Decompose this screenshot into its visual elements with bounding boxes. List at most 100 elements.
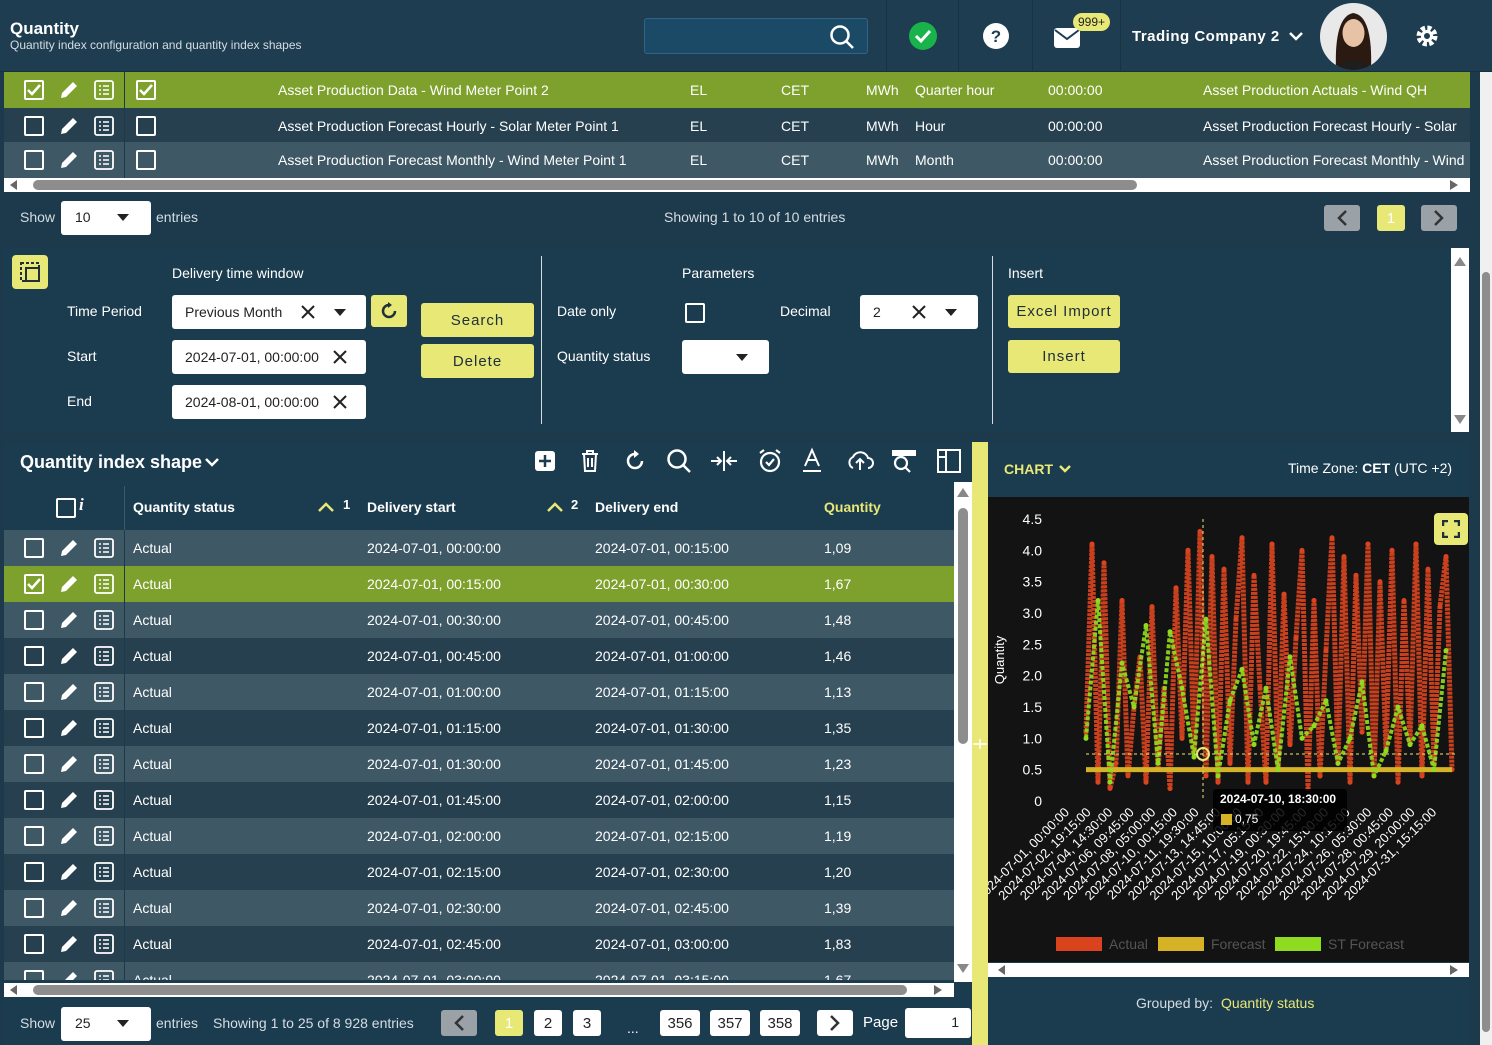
scroll-left-icon[interactable]: [10, 985, 18, 995]
layout-icon[interactable]: [937, 449, 961, 473]
edit-icon[interactable]: [58, 933, 80, 955]
edit-icon[interactable]: [58, 115, 80, 137]
table-row[interactable]: Actual 2024-07-01, 00:30:00 2024-07-01, 00…: [4, 602, 954, 638]
chevron-down-icon[interactable]: [1058, 463, 1072, 474]
grid-page-size-select[interactable]: 25: [61, 1007, 151, 1041]
col-quantity-status[interactable]: Quantity status: [133, 499, 235, 515]
scroll-up-icon[interactable]: [1454, 257, 1466, 266]
clear-icon[interactable]: [911, 304, 927, 320]
page-button-1[interactable]: 1: [495, 1010, 523, 1036]
row-checkbox[interactable]: [24, 646, 44, 666]
details-icon[interactable]: [93, 861, 115, 883]
clear-icon[interactable]: [332, 394, 348, 410]
row-checkbox[interactable]: [24, 718, 44, 738]
edit-icon[interactable]: [58, 897, 80, 919]
table-row[interactable]: Actual 2024-07-01, 00:45:00 2024-07-01, 01…: [4, 638, 954, 674]
start-date-input[interactable]: 2024-07-01, 00:00:00: [172, 340, 366, 374]
next-page-button[interactable]: [1421, 205, 1457, 231]
details-icon[interactable]: [93, 753, 115, 775]
fullscreen-button[interactable]: [1434, 513, 1468, 545]
details-icon[interactable]: [93, 149, 115, 171]
table-row[interactable]: Actual 2024-07-01, 03:00:00 2024-07-01, 03…: [4, 962, 954, 980]
details-icon[interactable]: [93, 537, 115, 559]
prev-page-button[interactable]: [1324, 205, 1360, 231]
split-columns-icon[interactable]: [710, 450, 738, 472]
table-row[interactable]: Actual 2024-07-01, 01:15:00 2024-07-01, 01…: [4, 710, 954, 746]
add-icon[interactable]: [534, 450, 556, 472]
details-icon[interactable]: [93, 969, 115, 980]
row-checkbox[interactable]: [24, 538, 44, 558]
grid-horizontal-scrollbar[interactable]: [4, 983, 954, 997]
index-row[interactable]: Asset Production Forecast Monthly - Wind…: [4, 142, 1470, 178]
end-date-input[interactable]: 2024-08-01, 00:00:00: [172, 385, 366, 419]
page-button-357[interactable]: 357: [710, 1010, 750, 1036]
details-icon[interactable]: [93, 573, 115, 595]
text-format-icon[interactable]: [800, 446, 824, 474]
row-checkbox[interactable]: [24, 934, 44, 954]
prev-page-button[interactable]: [441, 1010, 477, 1036]
scroll-up-icon[interactable]: [957, 488, 969, 497]
time-period-select[interactable]: Previous Month: [172, 295, 366, 329]
table-row[interactable]: Actual 2024-07-01, 01:45:00 2024-07-01, 02…: [4, 782, 954, 818]
row-checkbox[interactable]: [24, 682, 44, 702]
page-button-3[interactable]: 3: [573, 1010, 601, 1036]
avatar[interactable]: [1320, 3, 1387, 70]
table-row[interactable]: Actual 2024-07-01, 02:15:00 2024-07-01, 02…: [4, 854, 954, 890]
search-button[interactable]: Search: [421, 303, 534, 337]
col-quantity[interactable]: Quantity: [824, 499, 881, 515]
search-input[interactable]: [644, 18, 868, 54]
select-area-button[interactable]: [12, 255, 48, 289]
table-row[interactable]: Actual 2024-07-01, 02:45:00 2024-07-01, 03…: [4, 926, 954, 962]
settings-button[interactable]: [1390, 0, 1464, 72]
row-checkbox[interactable]: [24, 826, 44, 846]
row-checkbox[interactable]: [24, 574, 44, 594]
details-icon[interactable]: [93, 681, 115, 703]
edit-icon[interactable]: [58, 645, 80, 667]
scrollbar-thumb[interactable]: [1482, 272, 1490, 1032]
row-checkbox[interactable]: [24, 898, 44, 918]
search-table-icon[interactable]: [890, 448, 918, 474]
details-icon[interactable]: [93, 789, 115, 811]
details-icon[interactable]: [93, 115, 115, 137]
edit-icon[interactable]: [58, 537, 80, 559]
edit-icon[interactable]: [58, 609, 80, 631]
alarm-icon[interactable]: [758, 448, 782, 474]
table-row[interactable]: Actual 2024-07-01, 01:00:00 2024-07-01, 01…: [4, 674, 954, 710]
page-button-358[interactable]: 358: [760, 1010, 800, 1036]
table-row[interactable]: Actual 2024-07-01, 02:00:00 2024-07-01, 02…: [4, 818, 954, 854]
delete-button[interactable]: Delete: [421, 344, 534, 378]
chevron-down-icon[interactable]: [204, 456, 220, 468]
refresh-icon[interactable]: [624, 450, 646, 472]
page-size-select[interactable]: 10: [61, 201, 151, 235]
sort-asc-icon[interactable]: [317, 501, 335, 513]
table-row[interactable]: Actual 2024-07-01, 00:15:00 2024-07-01, 00…: [4, 566, 954, 602]
table-row[interactable]: Actual 2024-07-01, 01:30:00 2024-07-01, 01…: [4, 746, 954, 782]
scroll-right-icon[interactable]: [1450, 965, 1458, 975]
col-delivery-end[interactable]: Delivery end: [595, 499, 678, 515]
edit-icon[interactable]: [58, 717, 80, 739]
edit-icon[interactable]: [58, 149, 80, 171]
search-icon[interactable]: [829, 24, 855, 50]
clear-icon[interactable]: [300, 304, 316, 320]
row-checkbox[interactable]: [24, 970, 44, 980]
vertical-scrollbar[interactable]: [1451, 248, 1469, 432]
drag-handle-icon[interactable]: [973, 739, 987, 749]
details-icon[interactable]: [93, 933, 115, 955]
sort-asc-icon[interactable]: [546, 501, 564, 513]
decimal-select[interactable]: 2: [860, 295, 978, 329]
trash-icon[interactable]: [580, 449, 600, 473]
page-button-current[interactable]: 1: [1377, 205, 1405, 231]
scrollbar-thumb[interactable]: [33, 985, 907, 995]
select-all-checkbox[interactable]: [56, 498, 76, 518]
quantity-status-select[interactable]: [682, 340, 769, 374]
page-button-2[interactable]: 2: [534, 1010, 562, 1036]
scroll-down-icon[interactable]: [1454, 415, 1466, 424]
details-icon[interactable]: [93, 897, 115, 919]
details-icon[interactable]: [93, 645, 115, 667]
index-row[interactable]: Asset Production Forecast Hourly - Solar…: [4, 108, 1470, 144]
row-flag-checkbox[interactable]: [136, 116, 156, 136]
col-delivery-start[interactable]: Delivery start: [367, 499, 456, 515]
scrollbar-thumb[interactable]: [958, 508, 968, 744]
details-icon[interactable]: [93, 825, 115, 847]
grid-vertical-scrollbar[interactable]: [954, 482, 972, 982]
